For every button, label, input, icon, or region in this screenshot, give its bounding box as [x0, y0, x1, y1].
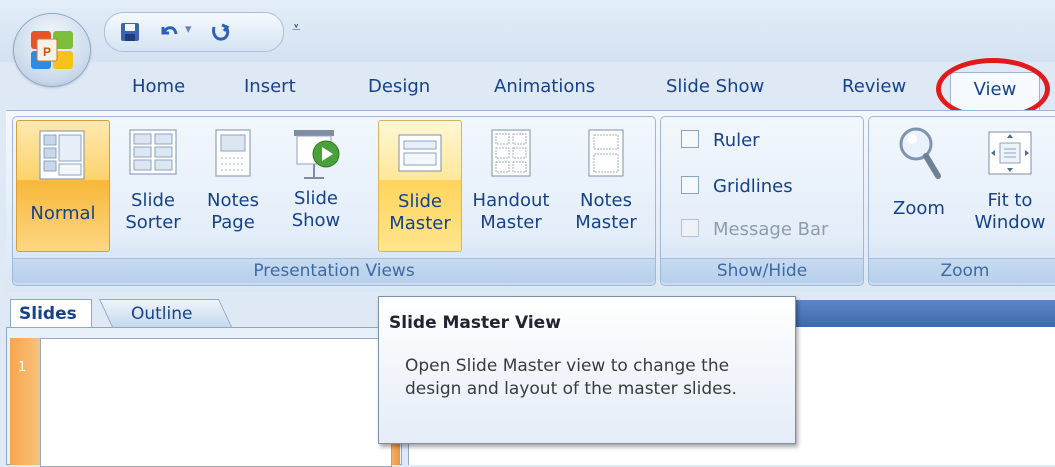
show-hide-group: Ruler Gridlines Message Bar Show/Hide: [660, 116, 864, 286]
slide-sorter-label-2: Sorter: [125, 212, 181, 233]
redo-icon[interactable]: [209, 21, 231, 43]
notes-page-label-1: Notes: [207, 190, 259, 211]
tab-review[interactable]: Review: [842, 72, 906, 102]
notes-master-icon: [588, 129, 624, 177]
handout-master-button[interactable]: Handout Master: [464, 120, 558, 250]
group-label-show-hide: Show/Hide: [661, 258, 863, 283]
quick-access-toolbar: ▾: [104, 12, 284, 52]
tab-outline[interactable]: Outline: [98, 299, 232, 327]
tab-home[interactable]: Home: [132, 72, 185, 102]
notes-page-button[interactable]: Notes Page: [196, 120, 270, 250]
message-bar-label: Message Bar: [713, 219, 829, 240]
undo-dropdown-icon[interactable]: ▾: [185, 22, 192, 37]
save-icon[interactable]: [119, 21, 141, 43]
tab-slide-show[interactable]: Slide Show: [666, 72, 764, 102]
fit-to-window-label-2: Window: [974, 212, 1046, 233]
customize-quick-access-icon[interactable]: ⩡: [292, 18, 306, 36]
notes-master-label-1: Notes: [580, 190, 632, 211]
tab-outline-label: Outline: [130, 304, 193, 324]
notes-page-label-2: Page: [211, 212, 255, 233]
slide-sorter-icon: [129, 129, 177, 175]
notes-master-label-2: Master: [575, 212, 637, 233]
slide-show-icon: [294, 130, 340, 179]
ruler-checkbox[interactable]: [681, 130, 699, 148]
slide-thumbnail-selection-strip: [10, 338, 40, 465]
fit-to-window-label-1: Fit to: [987, 190, 1033, 211]
tab-slides[interactable]: Slides: [10, 299, 92, 327]
notes-page-icon: [215, 129, 251, 177]
slide-show-button[interactable]: Slide Show: [276, 120, 356, 250]
zoom-label: Zoom: [893, 198, 945, 219]
slide-sorter-button[interactable]: Slide Sorter: [114, 120, 192, 250]
ruler-label: Ruler: [713, 130, 760, 151]
message-bar-checkbox: [681, 219, 699, 237]
slide-show-label-2: Show: [291, 210, 341, 231]
tooltip-title: Slide Master View: [389, 313, 561, 333]
slide-number: 1: [18, 360, 27, 375]
gridlines-checkbox-row[interactable]: Gridlines: [681, 173, 793, 201]
tooltip-body: Open Slide Master view to change the des…: [405, 356, 737, 399]
fit-to-window-icon: [988, 131, 1032, 175]
normal-view-button[interactable]: Normal: [16, 120, 110, 252]
tab-insert[interactable]: Insert: [244, 72, 296, 102]
slide-master-label-1: Slide: [398, 191, 442, 212]
zoom-button[interactable]: Zoom: [878, 120, 960, 250]
tab-design[interactable]: Design: [368, 72, 430, 102]
slide-sorter-label-1: Slide: [131, 190, 175, 211]
gridlines-checkbox[interactable]: [681, 176, 699, 194]
slide-master-tooltip: Slide Master View Open Slide Master view…: [378, 296, 796, 444]
group-label-zoom: Zoom: [869, 258, 1055, 283]
message-bar-checkbox-row: Message Bar: [681, 216, 828, 244]
slide-master-label-2: Master: [389, 213, 451, 234]
fit-to-window-button[interactable]: Fit to Window: [964, 120, 1055, 250]
normal-view-label: Normal: [30, 203, 96, 224]
group-label-presentation-views: Presentation Views: [13, 258, 655, 283]
handout-master-label-2: Master: [480, 212, 542, 233]
handout-master-icon: [491, 129, 531, 177]
handout-master-label-1: Handout: [472, 190, 550, 211]
normal-view-icon: [39, 130, 85, 180]
slide-master-button[interactable]: Slide Master: [378, 120, 462, 252]
undo-icon[interactable]: [157, 21, 179, 43]
slide-master-icon: [398, 134, 442, 172]
gridlines-label: Gridlines: [713, 176, 793, 197]
svg-text:P: P: [43, 45, 51, 59]
zoom-magnifier-icon: [899, 127, 941, 179]
tab-animations[interactable]: Animations: [494, 72, 595, 102]
ruler-checkbox-row[interactable]: Ruler: [681, 127, 760, 155]
slide-show-label-1: Slide: [294, 188, 338, 209]
notes-master-button[interactable]: Notes Master: [566, 120, 646, 250]
slide-thumbnail[interactable]: [40, 338, 392, 467]
